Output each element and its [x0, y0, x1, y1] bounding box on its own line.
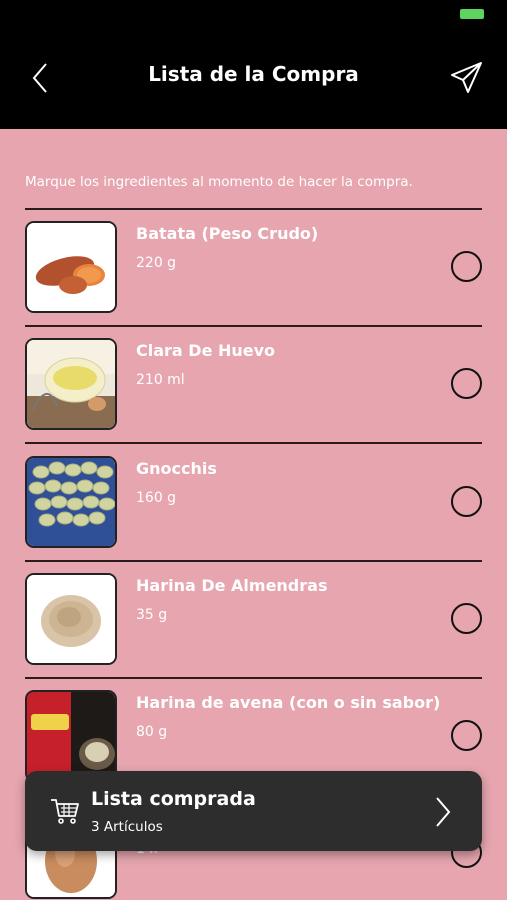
oat-flour-image	[25, 690, 117, 782]
item-name: Harina de avena (con o sin sabor)	[136, 693, 441, 712]
shopping-cart-icon	[49, 795, 81, 827]
share-button[interactable]	[449, 60, 485, 96]
item-name: Batata (Peso Crudo)	[136, 224, 319, 243]
item-checkbox[interactable]	[451, 603, 482, 634]
item-quantity: 160 g	[136, 490, 177, 506]
list-item[interactable]: Clara De Huevo 210 ml	[25, 338, 482, 430]
almond-flour-image	[25, 573, 117, 665]
chevron-right-icon	[432, 795, 454, 829]
divider	[25, 442, 482, 444]
item-quantity: 210 ml	[136, 372, 185, 388]
divider	[25, 208, 482, 210]
item-name: Clara De Huevo	[136, 341, 276, 360]
item-quantity: 80 g	[136, 724, 168, 740]
item-checkbox[interactable]	[451, 368, 482, 399]
cart-summary-title: Lista comprada	[91, 788, 256, 810]
item-checkbox[interactable]	[451, 486, 482, 517]
instructions-text: Marque los ingredientes al momento de ha…	[25, 174, 413, 190]
list-item[interactable]: Batata (Peso Crudo) 220 g	[25, 221, 482, 313]
item-name: Harina De Almendras	[136, 576, 328, 595]
item-checkbox[interactable]	[451, 720, 482, 751]
item-name: Gnocchis	[136, 459, 217, 478]
cart-summary-banner[interactable]: Lista comprada 3 Artículos	[25, 771, 482, 851]
item-checkbox[interactable]	[451, 251, 482, 282]
paper-plane-icon	[451, 62, 482, 93]
divider	[25, 325, 482, 327]
battery-icon	[460, 9, 484, 19]
status-bar	[0, 0, 507, 30]
item-quantity: 35 g	[136, 607, 168, 623]
page-title: Lista de la Compra	[148, 62, 359, 86]
divider	[25, 560, 482, 562]
item-quantity: 220 g	[136, 255, 177, 271]
list-item[interactable]: Harina De Almendras 35 g	[25, 573, 482, 665]
cart-summary-count: 3 Artículos	[91, 819, 163, 835]
egg-white-image	[25, 338, 117, 430]
list-item[interactable]: Harina de avena (con o sin sabor) 80 g	[25, 690, 482, 782]
divider	[25, 677, 482, 679]
header-bar: Lista de la Compra	[0, 30, 507, 129]
gnocchi-image	[25, 456, 117, 548]
sweet-potato-image	[25, 221, 117, 313]
list-item[interactable]: Gnocchis 160 g	[25, 456, 482, 548]
